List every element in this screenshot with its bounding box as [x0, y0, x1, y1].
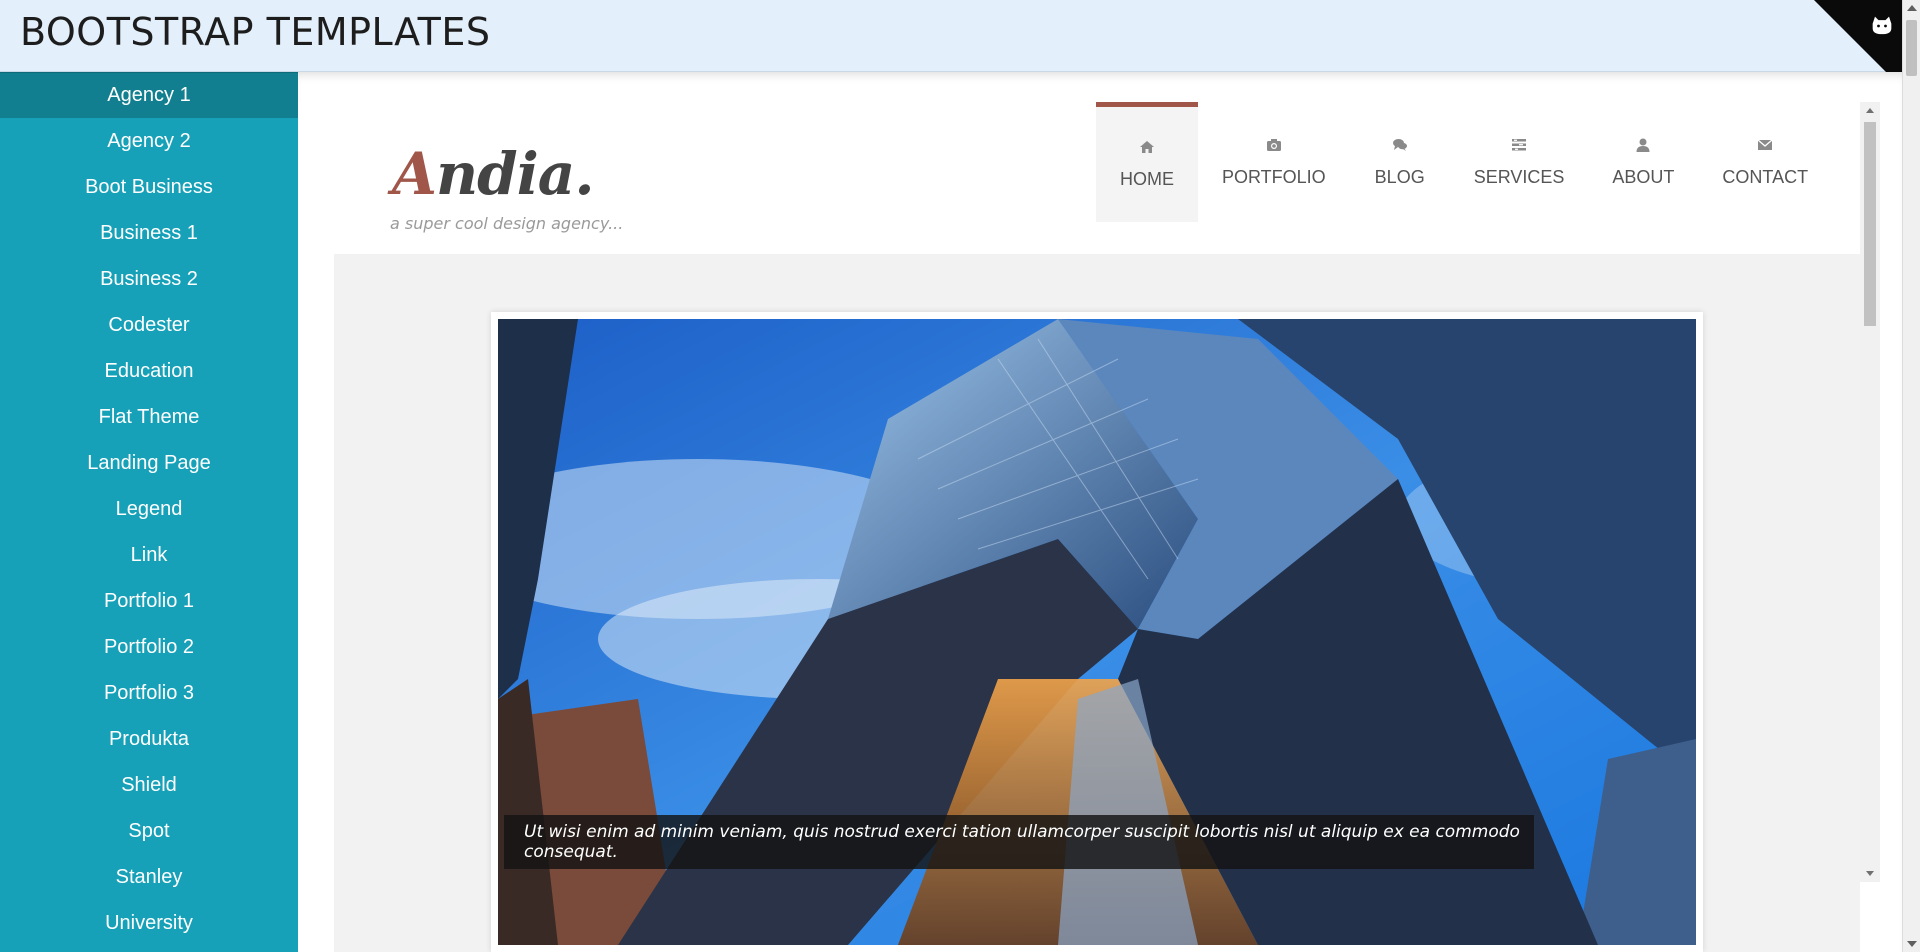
sidebar-item-label: Agency 2 — [107, 129, 191, 152]
sidebar-item-label: Business 2 — [100, 267, 198, 290]
sidebar-item-label: Portfolio 2 — [103, 635, 195, 658]
template-sidebar: Agency 1 Agency 2 Boot Business Business… — [0, 72, 298, 952]
sidebar-item-business-1[interactable]: Business 1 — [0, 210, 298, 256]
scroll-down-arrow-icon[interactable] — [1907, 941, 1917, 947]
sidebar-item-agency-1[interactable]: Agency 1 — [0, 72, 298, 118]
sidebar-item-legend[interactable]: Legend — [0, 486, 298, 532]
nav-label: PORTFOLIO — [1222, 166, 1326, 187]
preview-scrollbar[interactable] — [1860, 102, 1880, 882]
slide-caption: Ut wisi enim ad minim veniam, quis nostr… — [504, 815, 1534, 869]
nav-about[interactable]: ABOUT — [1588, 102, 1698, 222]
sidebar-item-portfolio-1[interactable]: Portfolio 1 — [0, 578, 298, 624]
nav-blog[interactable]: BLOG — [1350, 102, 1450, 222]
sidebar-item-flat-theme[interactable]: Flat Theme — [0, 394, 298, 440]
top-header: BOOTSTRAP TEMPLATES — [0, 0, 1920, 72]
sidebar-item-label: University — [105, 911, 193, 934]
nav-services[interactable]: SERVICES — [1450, 102, 1589, 222]
sidebar-item-label: Agency 1 — [107, 84, 191, 106]
sidebar-item-label: Shield — [121, 773, 177, 796]
list-icon — [1511, 137, 1527, 153]
template-preview-frame: Andia. a super cool design agency... HOM… — [298, 72, 1902, 952]
scroll-up-arrow-icon[interactable] — [1907, 5, 1917, 11]
page-title: BOOTSTRAP TEMPLATES — [20, 10, 491, 54]
sidebar-item-spot[interactable]: Spot — [0, 808, 298, 854]
sidebar-item-shield[interactable]: Shield — [0, 762, 298, 808]
window-scrollbar[interactable] — [1902, 0, 1920, 952]
site-nav: HOME PORTFOLIO BLOG SERVICES ABOUT CONTA… — [1096, 102, 1832, 222]
camera-icon — [1266, 137, 1282, 153]
sidebar-item-label: Codester — [108, 313, 190, 336]
nav-label: SERVICES — [1473, 166, 1565, 187]
nav-label: HOME — [1120, 169, 1174, 189]
nav-portfolio[interactable]: PORTFOLIO — [1198, 102, 1350, 222]
sidebar-item-label: Boot Business — [85, 175, 213, 198]
scrollbar-thumb[interactable] — [1864, 122, 1876, 326]
sidebar-item-education[interactable]: Education — [0, 348, 298, 394]
sidebar-item-label: Portfolio 3 — [103, 681, 195, 704]
sidebar-item-label: Legend — [115, 497, 183, 520]
logo-accent-letter: A — [392, 140, 437, 208]
nav-label: CONTACT — [1722, 166, 1809, 187]
sidebar-item-label: Link — [130, 543, 168, 566]
sidebar-item-label: Stanley — [115, 865, 183, 888]
nav-label: ABOUT — [1612, 166, 1675, 187]
sidebar-item-agency-2[interactable]: Agency 2 — [0, 118, 298, 164]
user-icon — [1635, 137, 1651, 153]
sidebar-item-business-2[interactable]: Business 2 — [0, 256, 298, 302]
sidebar-item-link[interactable]: Link — [0, 532, 298, 578]
sidebar-item-label: Portfolio 1 — [103, 589, 195, 612]
preview-page: Andia. a super cool design agency... HOM… — [298, 102, 1860, 952]
scrollbar-thumb[interactable] — [1906, 20, 1917, 76]
sidebar-item-label: Flat Theme — [98, 405, 200, 428]
site-tagline: a super cool design agency... — [390, 214, 624, 233]
github-cat-icon[interactable] — [1868, 12, 1896, 40]
nav-contact[interactable]: CONTACT — [1698, 102, 1832, 222]
sidebar-item-produkta[interactable]: Produkta — [0, 716, 298, 762]
sidebar-item-stanley[interactable]: Stanley — [0, 854, 298, 900]
logo-text: ndia. — [436, 140, 595, 208]
scroll-down-arrow-icon[interactable] — [1866, 871, 1874, 876]
sidebar-item-label: Education — [104, 359, 194, 382]
comments-icon — [1392, 137, 1408, 153]
sidebar-item-portfolio-3[interactable]: Portfolio 3 — [0, 670, 298, 716]
scroll-up-arrow-icon[interactable] — [1866, 108, 1874, 113]
site-logo[interactable]: Andia. — [392, 140, 595, 208]
sidebar-item-university[interactable]: University — [0, 900, 298, 946]
envelope-icon — [1757, 137, 1773, 153]
sidebar-item-label: Business 1 — [100, 221, 198, 244]
sidebar-item-landing-page[interactable]: Landing Page — [0, 440, 298, 486]
sidebar-item-boot-business[interactable]: Boot Business — [0, 164, 298, 210]
sidebar-item-portfolio-2[interactable]: Portfolio 2 — [0, 624, 298, 670]
nav-label: BLOG — [1374, 166, 1425, 187]
hero-slider-section: Ut wisi enim ad minim veniam, quis nostr… — [334, 254, 1860, 952]
sidebar-item-label: Produkta — [108, 727, 190, 750]
hero-slide[interactable]: Ut wisi enim ad minim veniam, quis nostr… — [491, 312, 1703, 952]
sidebar-item-label: Spot — [128, 819, 170, 842]
sidebar-item-codester[interactable]: Codester — [0, 302, 298, 348]
nav-home[interactable]: HOME — [1096, 102, 1198, 222]
home-icon — [1139, 139, 1155, 155]
sidebar-item-label: Landing Page — [87, 451, 211, 474]
hero-slide-image: Ut wisi enim ad minim veniam, quis nostr… — [498, 319, 1696, 945]
